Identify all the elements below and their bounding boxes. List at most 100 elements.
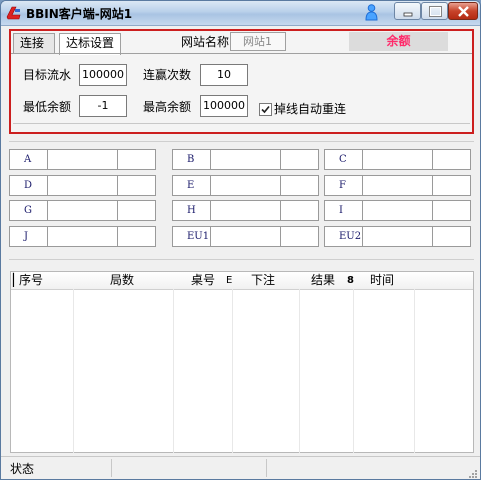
target-flow-label: 目标流水 (23, 68, 72, 82)
grid-extra-cell-h[interactable] (280, 200, 319, 221)
grid-value-cell-h[interactable] (210, 200, 281, 221)
close-button[interactable] (448, 2, 478, 20)
col-header-bet[interactable]: 下注 (251, 273, 275, 288)
grid-value-cell-g[interactable] (47, 200, 118, 221)
col-header-round[interactable]: 局数 (110, 273, 134, 288)
grid-value-cell-f[interactable] (362, 175, 433, 196)
user-icon[interactable] (365, 4, 378, 21)
grid-label-text: I (339, 205, 343, 216)
grid-label-d[interactable]: D (9, 175, 48, 196)
app-logo-icon (6, 5, 22, 21)
minimize-icon (403, 12, 413, 17)
grid-label-text: D (24, 180, 33, 191)
grid-label-text: J (24, 231, 29, 242)
column-line (299, 289, 300, 453)
tab-divider (11, 53, 472, 54)
column-line (414, 289, 415, 453)
grid-extra-cell-f[interactable] (432, 175, 471, 196)
grid-extra-cell-d[interactable] (117, 175, 156, 196)
grid-extra-cell-b[interactable] (280, 149, 319, 170)
grid-extra-cell-i[interactable] (432, 200, 471, 221)
grid-extra-cell-j[interactable] (117, 226, 156, 247)
grid-label-eu1[interactable]: EU1 (172, 226, 211, 247)
grid-label-text: EU2 (339, 231, 362, 242)
app-window: BBIN客户端-网站1 连接 达标设置 网站名称 网站1 余额 目标流水 100… (0, 0, 481, 480)
divider (9, 259, 474, 260)
grid-label-c[interactable]: C (324, 149, 363, 170)
grid-label-text: B (187, 154, 195, 165)
col-header-index[interactable]: 序号 (19, 273, 43, 288)
column-line (353, 289, 354, 453)
win-streak-input[interactable]: 10 (200, 64, 248, 86)
grid-label-e[interactable]: E (172, 175, 211, 196)
grid-label-g[interactable]: G (9, 200, 48, 221)
min-balance-label: 最低余额 (23, 100, 72, 114)
grid-label-text: C (339, 154, 347, 165)
grid-value-cell-j[interactable] (47, 226, 118, 247)
grid-label-text: G (24, 205, 32, 216)
grid-extra-cell-a[interactable] (117, 149, 156, 170)
grid-label-text: E (187, 180, 195, 191)
grid-label-text: A (24, 154, 32, 165)
grid-label-j[interactable]: J (9, 226, 48, 247)
min-balance-input[interactable]: -1 (79, 95, 127, 117)
status-separator (111, 459, 112, 477)
grid-label-text: H (187, 205, 196, 216)
maximize-button[interactable] (421, 2, 448, 20)
win-streak-label: 连赢次数 (143, 68, 192, 82)
max-balance-input[interactable]: 100000 (200, 95, 248, 117)
col-header-e[interactable]: E (226, 273, 232, 288)
status-bar: 状态 (1, 456, 480, 479)
balance-display: 余额 (349, 32, 448, 51)
grid-label-b[interactable]: B (172, 149, 211, 170)
grid-label-i[interactable]: I (324, 200, 363, 221)
checkmark-icon (261, 105, 270, 114)
maximize-icon (429, 6, 442, 17)
minimize-button[interactable] (394, 2, 421, 20)
grid-extra-cell-e[interactable] (280, 175, 319, 196)
auto-reconnect-checkbox[interactable] (259, 103, 272, 116)
grid-label-a[interactable]: A (9, 149, 48, 170)
grid-extra-cell-c[interactable] (432, 149, 471, 170)
col-header-table[interactable]: 桌号 (191, 273, 215, 288)
auto-reconnect-label: 掉线自动重连 (274, 102, 347, 116)
col-header-result[interactable]: 结果 (311, 273, 335, 288)
divider (9, 141, 474, 142)
column-line (73, 289, 74, 453)
settings-panel: 连接 达标设置 网站名称 网站1 余额 目标流水 100000 连赢次数 10 … (9, 29, 474, 134)
grid-value-cell-d[interactable] (47, 175, 118, 196)
grid-value-cell-e[interactable] (210, 175, 281, 196)
target-flow-input[interactable]: 100000 (79, 64, 127, 86)
window-title: BBIN客户端-网站1 (26, 7, 133, 21)
table-header: ▏ 序号 局数 桌号 E 下注 结果 8 时间 (11, 272, 473, 290)
tab-connect[interactable]: 连接 (13, 33, 55, 53)
column-line (173, 289, 174, 453)
col-header-time[interactable]: 时间 (370, 273, 394, 288)
site-name-label: 网站名称 (181, 35, 230, 49)
grid-label-f[interactable]: F (324, 175, 363, 196)
grid-value-cell-eu2[interactable] (362, 226, 433, 247)
status-text: 状态 (10, 462, 35, 476)
grid-label-text: F (339, 180, 346, 191)
results-table[interactable]: ▏ 序号 局数 桌号 E 下注 结果 8 时间 (10, 271, 474, 453)
tab-target-settings[interactable]: 达标设置 (59, 33, 121, 55)
grid-value-cell-a[interactable] (47, 149, 118, 170)
site-name-field[interactable]: 网站1 (230, 32, 286, 51)
grid-extra-cell-eu2[interactable] (432, 226, 471, 247)
grid-label-text: EU1 (187, 231, 210, 242)
close-icon (458, 6, 469, 17)
grid-value-cell-i[interactable] (362, 200, 433, 221)
grid-label-h[interactable]: H (172, 200, 211, 221)
grid-extra-cell-g[interactable] (117, 200, 156, 221)
grid-value-cell-c[interactable] (362, 149, 433, 170)
resize-grip-icon[interactable] (468, 468, 478, 478)
panel-separator (13, 123, 470, 124)
col-header-extra[interactable]: 8 (347, 273, 354, 288)
grid-label-eu2[interactable]: EU2 (324, 226, 363, 247)
grid-value-cell-eu1[interactable] (210, 226, 281, 247)
grid-value-cell-b[interactable] (210, 149, 281, 170)
title-bar[interactable]: BBIN客户端-网站1 (1, 1, 480, 26)
column-line (232, 289, 233, 453)
grid-extra-cell-eu1[interactable] (280, 226, 319, 247)
max-balance-label: 最高余额 (143, 100, 192, 114)
